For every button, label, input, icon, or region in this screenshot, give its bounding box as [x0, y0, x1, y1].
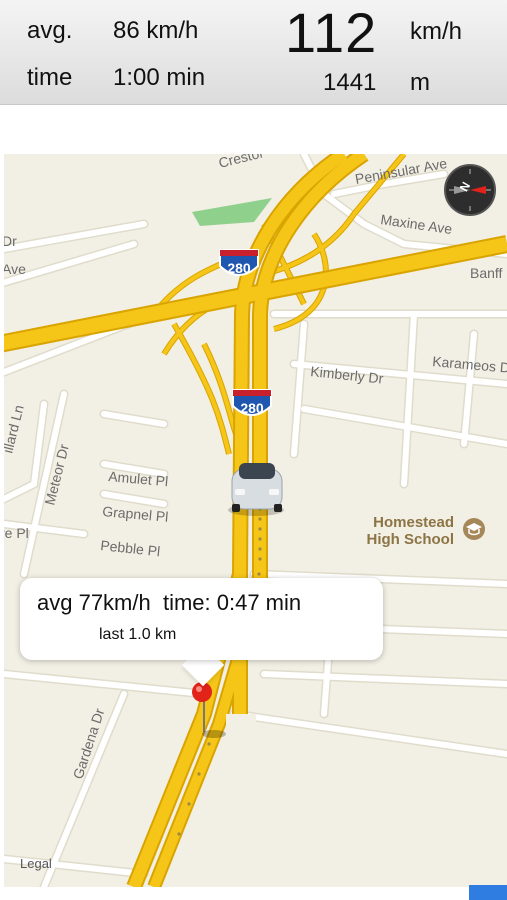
- popup-subtitle: last 1.0 km: [99, 626, 177, 643]
- shield-number: 280: [227, 260, 251, 276]
- compass-needle: N: [449, 169, 491, 211]
- street-label-banff: Banff: [470, 265, 503, 281]
- callout-popup[interactable]: avg 77km/h time: 0:47 min last 1.0 km: [20, 578, 383, 660]
- legal-link[interactable]: Legal: [20, 856, 52, 871]
- time-value: 1:00 min: [113, 64, 206, 91]
- poi-label-line1[interactable]: Homestead: [373, 514, 454, 531]
- avg-label: avg.: [27, 17, 73, 44]
- street-label-kimberly: Kimberly Dr: [310, 363, 385, 387]
- speed-value: 112: [285, 1, 378, 64]
- compass-icon[interactable]: N: [444, 164, 496, 216]
- distance-value: 1441: [323, 69, 377, 96]
- time-label: time: [27, 64, 73, 91]
- avg-value: 86 km/h: [113, 17, 199, 44]
- street-label-creston: Crestor: [217, 154, 266, 171]
- street-label-pl: re Pl: [4, 525, 29, 541]
- street-label-pebble: Pebble Pl: [100, 537, 161, 559]
- map-view[interactable]: Crestor Peninsular Ave Maxine Ave Banff …: [4, 154, 507, 887]
- park-area: [192, 198, 272, 226]
- tracking-button[interactable]: [469, 885, 507, 900]
- map-canvas: Crestor Peninsular Ave Maxine Ave Banff …: [4, 154, 507, 887]
- stats-header: avg. 86 km/h time 1:00 min 112 km/h 1441…: [0, 0, 507, 105]
- street-label-millard: illard Ln: [4, 403, 27, 454]
- speed-unit: km/h: [410, 18, 463, 45]
- street-label-dr: Dr: [4, 233, 17, 249]
- popup-title: avg 77km/h time: 0:47 min: [37, 590, 302, 615]
- poi-label-line2[interactable]: High School: [367, 531, 455, 548]
- shield-number: 280: [240, 400, 264, 416]
- distance-unit: m: [410, 69, 430, 96]
- school-icon[interactable]: [463, 518, 485, 540]
- street-label-ave: Ave: [4, 261, 26, 277]
